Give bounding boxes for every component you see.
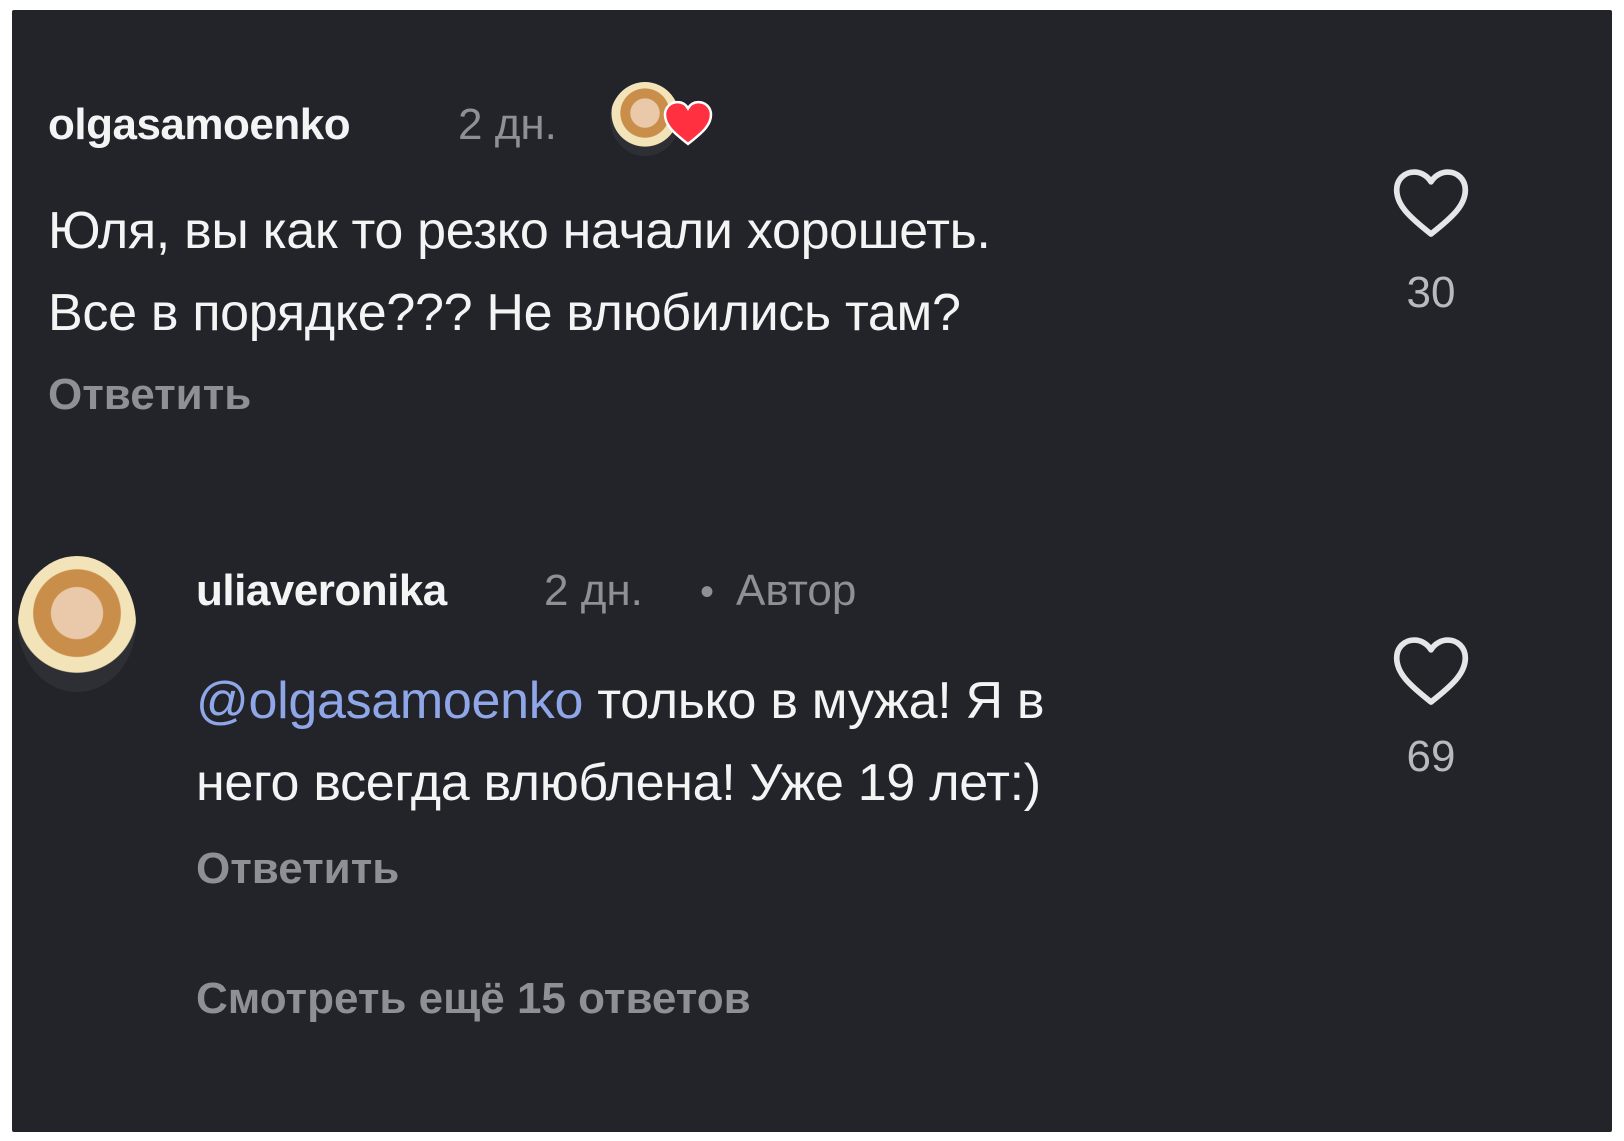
- comment-text-line: @olgasamoenko только в мужа! Я в: [196, 660, 1396, 742]
- comment-1: olgasamoenko 2 дн. Юля, вы как то резко …: [12, 10, 1612, 470]
- like-count: 30: [1406, 268, 1456, 317]
- comment-username[interactable]: olgasamoenko: [48, 100, 351, 150]
- like-count: 69: [1406, 732, 1456, 781]
- comment-text-line: Юля, вы как то резко начали хорошеть.: [48, 202, 991, 260]
- heart-filled-icon: [663, 100, 713, 146]
- comment-text-line: Все в порядке??? Не влюбились там?: [48, 284, 961, 342]
- comment-timestamp: 2 дн.: [544, 566, 643, 615]
- heart-outline-icon[interactable]: [1390, 166, 1472, 240]
- author-badge: Автор: [736, 566, 857, 615]
- comment-text-line: него всегда влюблена! Уже 19 лет:): [196, 754, 1041, 812]
- comment-timestamp: 2 дн.: [458, 100, 557, 149]
- comment-text: Юля, вы как то резко начали хорошеть. Вс…: [48, 190, 1348, 354]
- separator-dot: •: [700, 570, 715, 614]
- view-more-replies-button[interactable]: Смотреть ещё 15 ответов: [196, 974, 751, 1024]
- reply-button[interactable]: Ответить: [196, 844, 399, 894]
- comment-text: @olgasamoenko только в мужа! Я в него вс…: [196, 660, 1396, 824]
- reply-button[interactable]: Ответить: [48, 370, 251, 420]
- comments-panel: olgasamoenko 2 дн. Юля, вы как то резко …: [12, 10, 1612, 1132]
- user-avatar-icon[interactable]: [18, 556, 136, 692]
- mention-link[interactable]: @olgasamoenko: [196, 672, 583, 730]
- comment-username[interactable]: uliaveronika: [196, 566, 447, 616]
- comment-text-fragment: только в мужа! Я в: [597, 672, 1045, 730]
- heart-outline-icon[interactable]: [1390, 634, 1472, 708]
- author-liked-indicator: [610, 82, 720, 162]
- comment-2: uliaveronika 2 дн. • Автор @olgasamoenko…: [12, 540, 1612, 940]
